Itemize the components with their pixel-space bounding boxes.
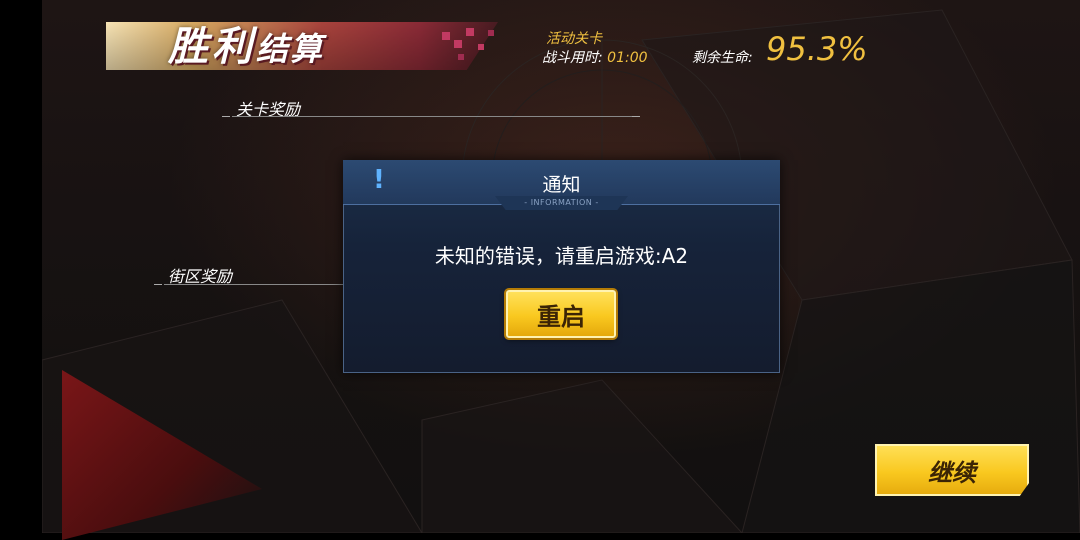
pixel-decoration (458, 54, 464, 60)
district-rewards-underline (164, 284, 344, 285)
dialog-message: 未知的错误，请重启游戏:A2 (434, 244, 689, 268)
stage-rewards-underline (232, 116, 632, 117)
remaining-life-label: 剩余生命: (692, 50, 753, 66)
left-black-bar (0, 0, 42, 533)
divider-tick (632, 116, 640, 117)
continue-button[interactable]: 继续 (875, 444, 1029, 496)
stage-name: 活动关卡 (546, 31, 602, 47)
pixel-decoration (488, 30, 494, 36)
divider-tick (154, 284, 162, 285)
divider-tick (222, 116, 230, 117)
victory-title: 胜利结算 (168, 24, 325, 70)
pixel-decoration (454, 40, 462, 48)
battle-time: 战斗用时: 01:00 (542, 50, 648, 66)
notification-dialog: ! 通知 - INFORMATION - 未知的错误，请重启游戏:A2 重启 (343, 160, 780, 373)
pixel-decoration (478, 44, 484, 50)
restart-button[interactable]: 重启 (506, 290, 616, 338)
pixel-decoration (442, 32, 450, 40)
dialog-subtitle: - INFORMATION - (524, 198, 599, 207)
dialog-title: 通知 (542, 174, 581, 196)
remaining-life-value: 95.3% (766, 30, 868, 68)
pixel-decoration (466, 28, 474, 36)
